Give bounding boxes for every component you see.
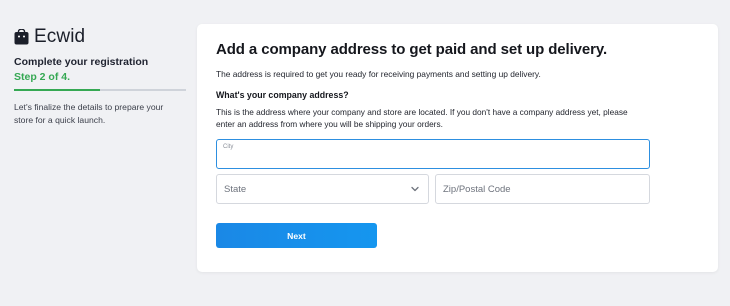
registration-page: Ecwid Complete your registration Step 2 …	[0, 0, 730, 306]
brand-name: Ecwid	[34, 26, 86, 47]
registration-description: Let's finalize the details to prepare yo…	[14, 102, 164, 125]
zip-field[interactable]: Zip/Postal Code	[435, 174, 650, 204]
address-card: Add a company address to get paid and se…	[197, 24, 718, 272]
address-question: What's your company address?	[216, 90, 349, 100]
state-placeholder: State	[224, 184, 247, 195]
brand-logo: Ecwid	[14, 26, 182, 48]
registration-title: Complete your registration	[14, 56, 149, 68]
card-subtitle: The address is required to get you ready…	[216, 69, 541, 79]
step-progress-bar	[14, 89, 186, 91]
city-field[interactable]: City	[216, 139, 650, 169]
address-question-description: This is the address where your company a…	[216, 107, 628, 129]
step-progress-fill	[14, 89, 100, 91]
state-select[interactable]: State	[216, 174, 429, 204]
shopping-bag-icon	[14, 29, 29, 45]
card-title: Add a company address to get paid and se…	[216, 41, 608, 58]
zip-placeholder: Zip/Postal Code	[443, 184, 511, 195]
next-button[interactable]: Next	[216, 223, 377, 248]
card-content: Add a company address to get paid and se…	[216, 41, 656, 130]
registration-step: Step 2 of 4.	[14, 71, 71, 83]
chevron-down-icon	[411, 186, 419, 192]
city-label: City	[223, 144, 234, 150]
sidebar: Ecwid Complete your registration Step 2 …	[14, 26, 186, 127]
